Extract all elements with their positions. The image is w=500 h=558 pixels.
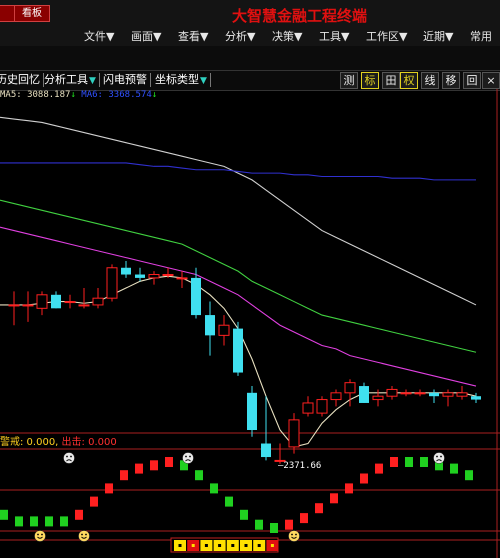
face-eye (436, 455, 438, 458)
face-eye (440, 455, 442, 458)
candle-body (205, 315, 215, 336)
marker-dot (218, 544, 222, 547)
signal-bar (30, 516, 38, 527)
candle-body (92, 297, 104, 306)
candle-body (442, 392, 454, 397)
low-price-label: —2371.66 (278, 461, 321, 471)
smiley-face-icon (288, 530, 300, 542)
face-eye (291, 533, 293, 536)
candle-body (148, 274, 160, 279)
candle-body (372, 395, 384, 401)
signal-bar (450, 463, 458, 474)
signal-bar (465, 470, 473, 481)
candle-body (316, 399, 328, 414)
face-eye (185, 455, 187, 458)
candle-body (330, 392, 342, 401)
signal-bar (105, 483, 113, 494)
candle-body (344, 382, 356, 394)
signal-bar (345, 483, 353, 494)
signal-bar (135, 463, 143, 474)
sad-face-icon (182, 452, 194, 464)
candle-body (51, 294, 61, 309)
candle-body (191, 277, 201, 316)
signal-bar (210, 483, 218, 494)
candle-body (288, 419, 300, 448)
signal-bar (90, 496, 98, 507)
signal-bar (420, 457, 428, 467)
signal-bar (270, 523, 278, 533)
marker-dot (257, 544, 261, 547)
marker-dot (270, 544, 274, 547)
candle-body (176, 277, 188, 280)
signal-bar (330, 493, 338, 504)
signal-bar (60, 516, 68, 527)
signal-bar (375, 463, 383, 474)
signal-bar (405, 457, 413, 467)
marker-dot (244, 544, 248, 547)
signal-bar (120, 470, 128, 481)
candle-body (471, 396, 481, 400)
candle-body (261, 443, 271, 458)
signal-bar (225, 496, 233, 507)
ma-line-ma10 (0, 116, 477, 306)
face-eye (66, 455, 68, 458)
smiley-face-icon (78, 530, 90, 542)
face-eye (81, 533, 83, 536)
face-eye (295, 533, 297, 536)
signal-bar (240, 509, 248, 520)
candle-body (456, 392, 468, 397)
candle-body (121, 267, 131, 275)
candle-body (78, 304, 90, 307)
signal-bar (150, 460, 158, 471)
marker-dot (204, 544, 208, 547)
face-eye (189, 455, 191, 458)
candle-body (429, 392, 439, 397)
marker-dot (231, 544, 235, 547)
signal-bar (360, 473, 368, 484)
candle-body (414, 392, 426, 395)
candle-body (8, 304, 20, 307)
ma-line-ma60 (0, 162, 476, 181)
candle-body (386, 388, 398, 397)
candle-body (302, 402, 314, 414)
candle-body (359, 386, 369, 403)
marker-dot (178, 544, 182, 547)
candle-body (36, 294, 48, 309)
signal-bar (45, 516, 53, 527)
candle-body (233, 328, 243, 373)
signal-bar (390, 457, 398, 467)
signal-bar (255, 519, 263, 530)
candle-body (135, 274, 145, 278)
candle-body (106, 267, 118, 299)
signal-bar (285, 519, 293, 530)
candle-body (162, 274, 174, 277)
candle-body (64, 301, 76, 304)
sad-face-icon (63, 452, 75, 464)
signal-bar (300, 513, 308, 524)
signal-bar (315, 503, 323, 514)
face-eye (41, 533, 43, 536)
signal-bar (195, 470, 203, 481)
marker-dot (191, 544, 195, 547)
candle-body (400, 392, 412, 395)
face-eye (70, 455, 72, 458)
signal-bar (75, 509, 83, 520)
face-eye (37, 533, 39, 536)
candle-body (22, 304, 34, 307)
signal-bar (15, 516, 23, 527)
signal-bar (0, 509, 8, 520)
face-eye (85, 533, 87, 536)
smiley-face-icon (34, 530, 46, 542)
candle-body (218, 324, 230, 336)
signal-bar (165, 457, 173, 467)
sad-face-icon (433, 452, 445, 464)
price-chart[interactable]: —2371.66 (0, 0, 500, 558)
candle-body (247, 392, 257, 430)
